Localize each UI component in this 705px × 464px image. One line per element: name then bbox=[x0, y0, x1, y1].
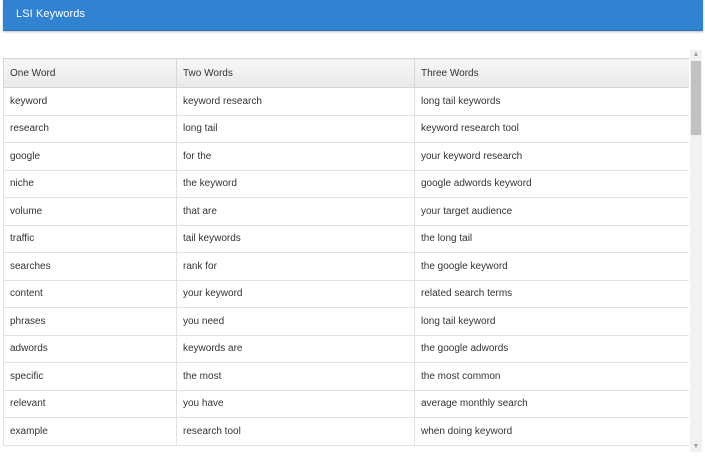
cell-one-word: google bbox=[3, 142, 177, 171]
cell-two-words: the keyword bbox=[176, 169, 415, 198]
table-row: content your keyword related search terms bbox=[3, 279, 689, 308]
cell-three-words: when doing keyword bbox=[414, 417, 689, 446]
cell-three-words: keyword research tool bbox=[414, 114, 689, 143]
table-row: keyword keyword research long tail keyword… bbox=[3, 87, 689, 116]
cell-three-words: the most common bbox=[414, 362, 689, 391]
table-row: specific the most the most common bbox=[3, 362, 689, 391]
cell-one-word: relevant bbox=[3, 389, 177, 418]
table-row: searches rank for the google keyword bbox=[3, 252, 689, 281]
cell-three-words: the google keyword bbox=[414, 252, 689, 281]
cell-two-words: you need bbox=[176, 307, 415, 336]
table-row: example research tool when doing keyword bbox=[3, 417, 689, 446]
column-header-three-words[interactable]: Three Words bbox=[414, 58, 689, 88]
panel-title: LSI Keywords bbox=[16, 8, 86, 20]
cell-one-word: keyword bbox=[3, 87, 177, 116]
column-header-one-word[interactable]: One Word bbox=[3, 58, 177, 88]
cell-two-words: for the bbox=[176, 142, 415, 171]
cell-three-words: the google adwords bbox=[414, 334, 689, 363]
table-row: volume that are your target audience bbox=[3, 197, 689, 226]
cell-two-words: rank for bbox=[176, 252, 415, 281]
table-body: keyword keyword research long tail keyword… bbox=[3, 87, 689, 446]
chevron-down-icon[interactable]: ▼ bbox=[690, 442, 702, 452]
cell-three-words: the long tail bbox=[414, 224, 689, 253]
table-row: niche the keyword google adwords keyword bbox=[3, 169, 689, 198]
scrollbar-thumb[interactable] bbox=[691, 61, 701, 135]
cell-two-words: long tail bbox=[176, 114, 415, 143]
table-row: traffic tail keywords the long tail bbox=[3, 224, 689, 253]
cell-two-words: keyword research bbox=[176, 87, 415, 116]
cell-one-word: research bbox=[3, 114, 177, 143]
keywords-table-container: One Word Two Words Three Words keyword ke… bbox=[3, 58, 689, 455]
cell-three-words: related search terms bbox=[414, 279, 689, 308]
cell-one-word: content bbox=[3, 279, 177, 308]
table-row: relevant you have average monthly search bbox=[3, 389, 689, 418]
cell-one-word: example bbox=[3, 417, 177, 446]
cell-three-words: google adwords keyword bbox=[414, 169, 689, 198]
cell-two-words: you have bbox=[176, 389, 415, 418]
cell-three-words: your target audience bbox=[414, 197, 689, 226]
vertical-scrollbar[interactable]: ▲ ▼ bbox=[690, 50, 702, 452]
cell-three-words: long tail keywords bbox=[414, 87, 689, 116]
chevron-up-icon[interactable]: ▲ bbox=[690, 50, 702, 60]
cell-three-words: average monthly search bbox=[414, 389, 689, 418]
cell-two-words: your keyword bbox=[176, 279, 415, 308]
table-row: adwords keywords are the google adwords bbox=[3, 334, 689, 363]
cell-one-word: specific bbox=[3, 362, 177, 391]
keywords-table: One Word Two Words Three Words keyword ke… bbox=[3, 58, 689, 446]
table-header-row: One Word Two Words Three Words bbox=[3, 58, 689, 88]
panel-header: LSI Keywords bbox=[3, 0, 703, 31]
cell-one-word: adwords bbox=[3, 334, 177, 363]
cell-two-words: tail keywords bbox=[176, 224, 415, 253]
table-row: research long tail keyword research tool bbox=[3, 114, 689, 143]
cell-two-words: keywords are bbox=[176, 334, 415, 363]
cell-one-word: phrases bbox=[3, 307, 177, 336]
cell-two-words: the most bbox=[176, 362, 415, 391]
cell-one-word: searches bbox=[3, 252, 177, 281]
cell-three-words: your keyword research bbox=[414, 142, 689, 171]
table-row: phrases you need long tail keyword bbox=[3, 307, 689, 336]
cell-one-word: volume bbox=[3, 197, 177, 226]
cell-two-words: that are bbox=[176, 197, 415, 226]
cell-three-words: long tail keyword bbox=[414, 307, 689, 336]
cell-two-words: research tool bbox=[176, 417, 415, 446]
table-row: google for the your keyword research bbox=[3, 142, 689, 171]
column-header-two-words[interactable]: Two Words bbox=[176, 58, 415, 88]
cell-one-word: traffic bbox=[3, 224, 177, 253]
cell-one-word: niche bbox=[3, 169, 177, 198]
